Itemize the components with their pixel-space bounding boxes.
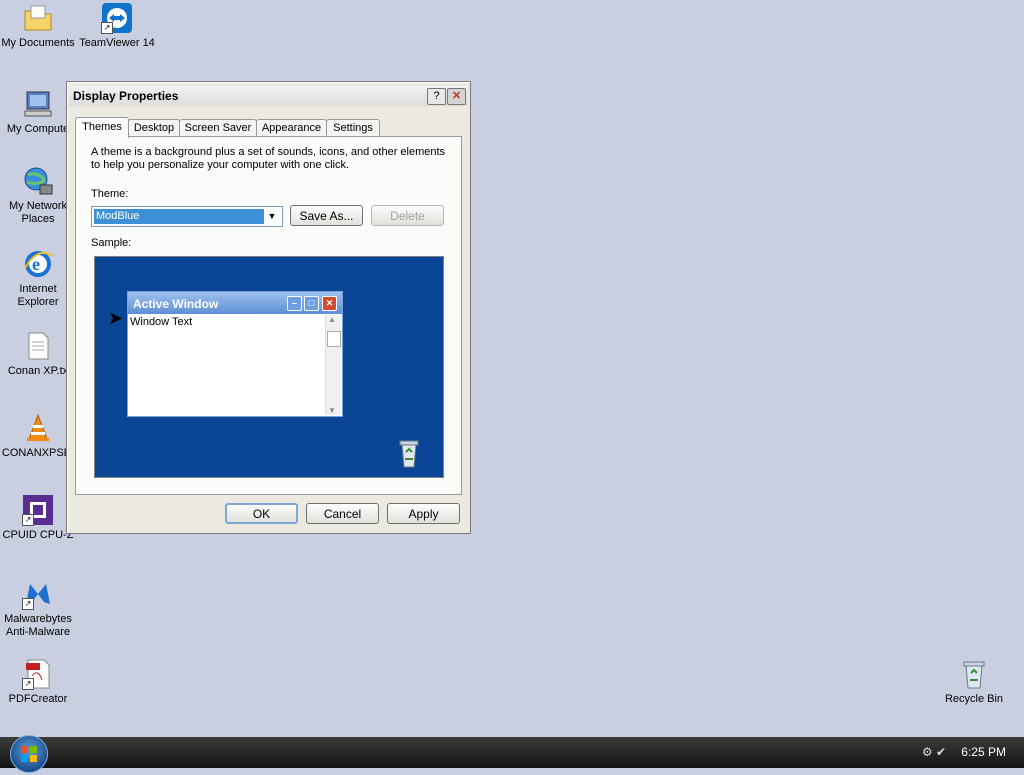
tab-settings[interactable]: Settings [326,119,380,137]
desktop-icon-teamviewer[interactable]: ↗ TeamViewer 14 [77,2,157,50]
pdf-file-icon: ↗ [22,658,54,690]
recycle-bin-icon [958,658,990,690]
help-button[interactable]: ? [427,88,446,105]
theme-select[interactable]: ModBlue ▼ [91,206,283,227]
taskbar: ⚙ ✔ 6:25 PM [0,735,1024,773]
desktop-icon-recycle-bin[interactable]: Recycle Bin [934,658,1014,706]
windows-logo-icon [21,746,37,762]
icon-label: My Documents [1,37,75,49]
recycle-bin-icon [395,437,423,469]
safely-remove-tray-icon[interactable]: ✔ [936,745,946,759]
text-file-icon [22,330,54,362]
save-as-button[interactable]: Save As... [290,205,363,226]
start-button[interactable] [10,735,48,773]
tab-themes[interactable]: Themes [75,117,129,138]
delete-button[interactable]: Delete [371,205,444,226]
close-icon: ✕ [322,296,337,311]
cancel-button[interactable]: Cancel [306,503,379,524]
scroll-thumb [327,331,341,347]
ok-button[interactable]: OK [225,503,298,524]
tab-desktop[interactable]: Desktop [128,119,180,137]
dialog-title: Display Properties [73,89,179,103]
sample-active-window: Active Window – □ ✕ Window Text ▲ ▼ [127,291,343,417]
desktop-icon-malwarebytes[interactable]: ↗ Malwarebytes Anti-Malware [0,578,78,639]
shortcut-arrow-icon: ↗ [22,678,34,690]
scroll-down-icon: ▼ [328,406,336,415]
network-tray-icon[interactable]: ⚙ [922,745,933,759]
icon-label: Recycle Bin [944,693,1004,705]
sample-window-titlebar: Active Window – □ ✕ [128,292,342,314]
sample-window-title: Active Window [133,297,219,311]
apply-button[interactable]: Apply [387,503,460,524]
tab-screen-saver[interactable]: Screen Saver [179,119,257,137]
sample-window-text: Window Text [130,316,193,328]
minimize-icon: – [287,296,302,311]
maximize-icon: □ [304,296,319,311]
system-tray: ⚙ ✔ [922,745,946,759]
malwarebytes-icon: ↗ [22,578,54,610]
theme-label: Theme: [91,188,129,200]
vlc-cone-icon [22,412,54,444]
internet-explorer-icon: e [22,248,54,280]
teamviewer-icon: ↗ [101,2,133,34]
desktop-icon-pdfcreator[interactable]: ↗ PDFCreator [0,658,78,706]
desktop-icon-my-documents[interactable]: My Documents [0,2,78,50]
sample-scrollbar: ▲ ▼ [325,315,341,415]
icon-label: PDFCreator [8,693,68,705]
network-globe-icon [22,165,54,197]
shortcut-arrow-icon: ↗ [22,514,34,526]
computer-icon [22,88,54,120]
taskbar-clock[interactable]: 6:25 PM [961,745,1006,759]
icon-label: TeamViewer 14 [79,37,155,49]
icon-label: Malwarebytes Anti-Malware [4,613,72,638]
theme-select-value: ModBlue [94,209,264,224]
themes-panel: A theme is a background plus a set of so… [75,136,462,495]
theme-sample-preview: Active Window – □ ✕ Window Text ▲ ▼ [94,256,444,478]
shortcut-arrow-icon: ↗ [22,598,34,610]
close-button[interactable]: ✕ [447,88,466,105]
sample-label: Sample: [91,237,132,249]
mouse-cursor-icon: ➤ [108,308,124,328]
display-properties-dialog: Display Properties ? ✕ Themes Desktop Sc… [66,81,471,534]
cpu-z-icon: ↗ [22,494,54,526]
dialog-titlebar[interactable]: Display Properties ? ✕ [69,86,468,106]
shortcut-arrow-icon: ↗ [101,22,113,34]
theme-description: A theme is a background plus a set of so… [91,146,446,171]
tab-appearance[interactable]: Appearance [256,119,327,137]
folder-icon [22,2,54,34]
scroll-up-icon: ▲ [328,315,336,324]
chevron-down-icon[interactable]: ▼ [265,210,279,223]
